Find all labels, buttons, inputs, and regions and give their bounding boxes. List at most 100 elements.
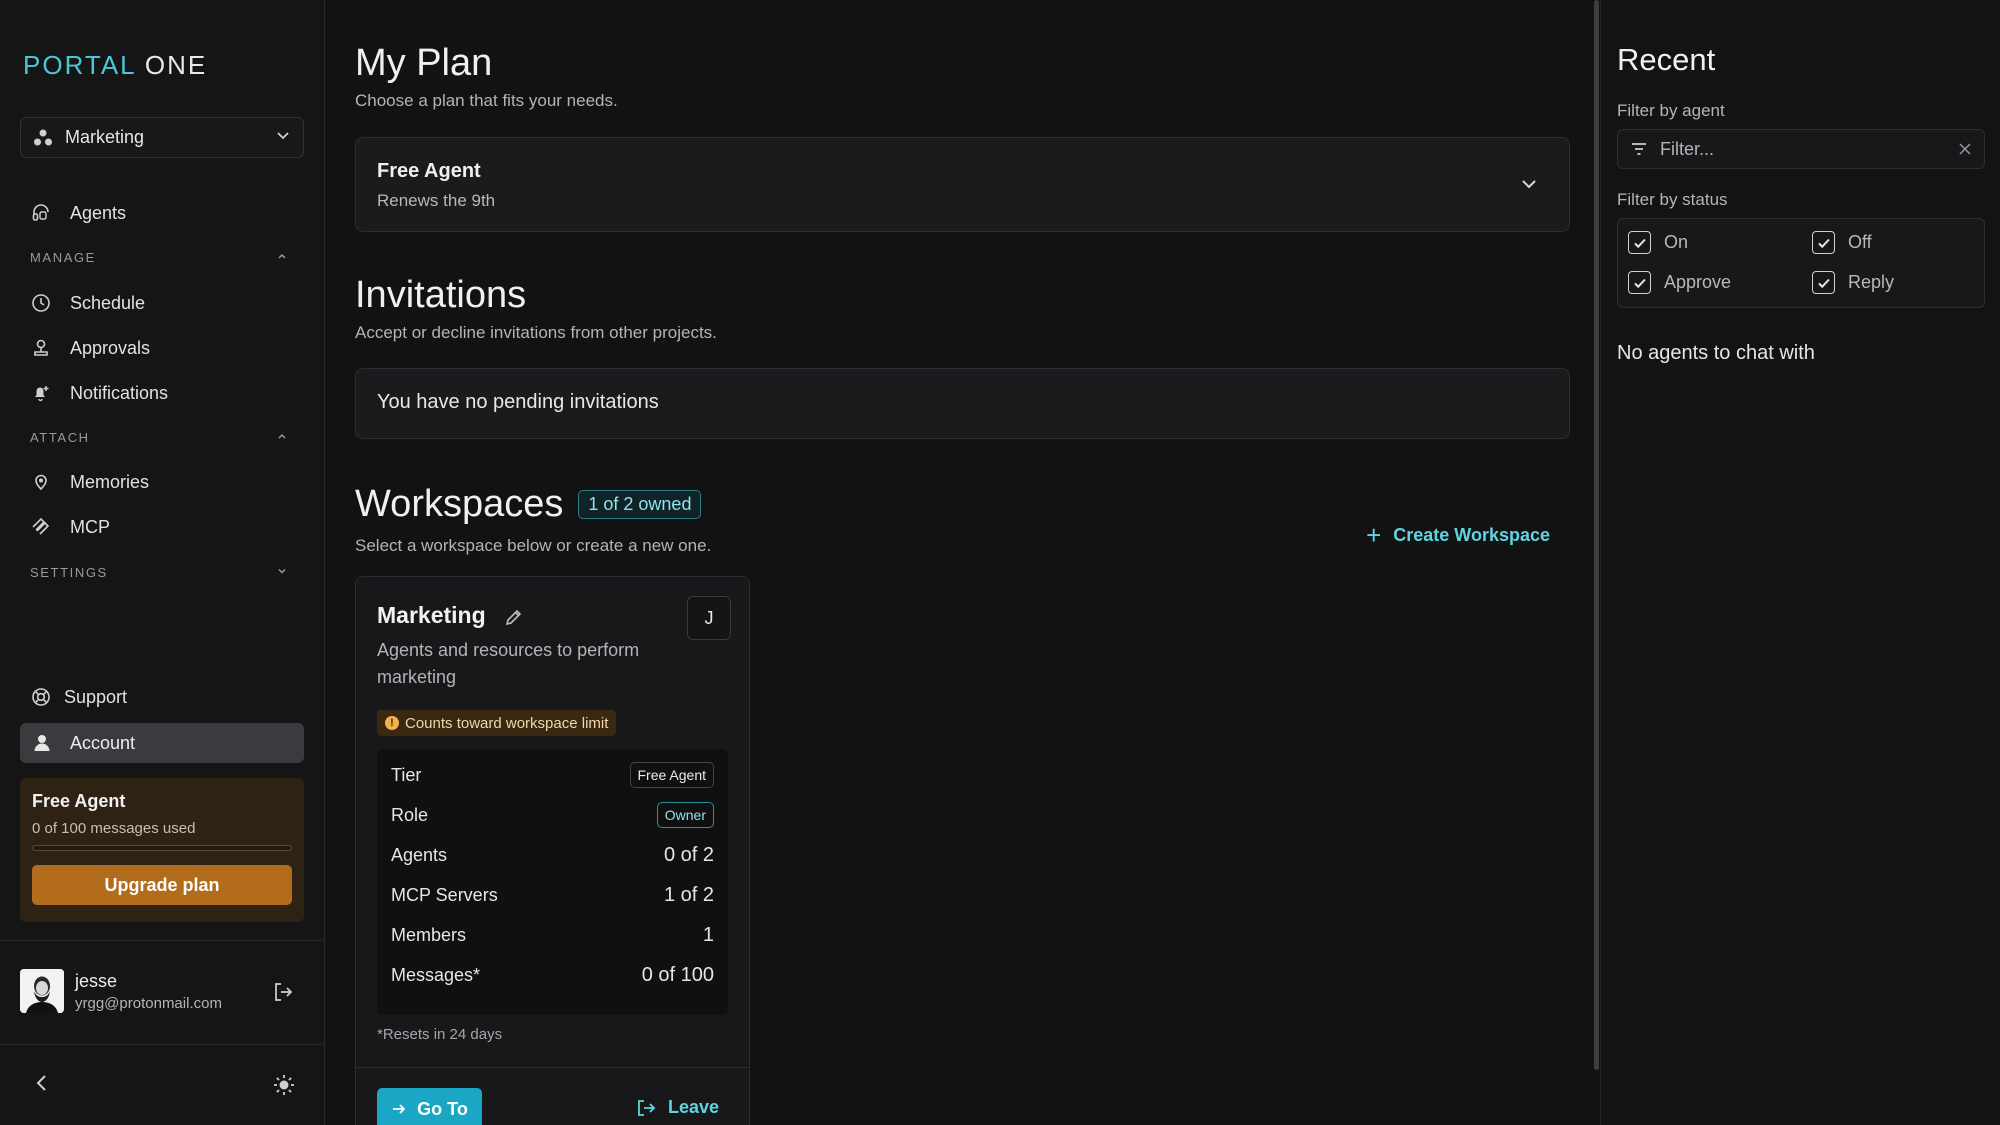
invitations-empty-state: You have no pending invitations bbox=[355, 368, 1570, 439]
stat-value: 1 of 2 bbox=[663, 883, 714, 906]
checkmark-icon bbox=[1628, 231, 1651, 254]
chevron-left-icon[interactable] bbox=[32, 1073, 52, 1093]
chevron-down-icon bbox=[276, 565, 288, 580]
workspace-icon bbox=[33, 128, 53, 148]
headset-icon bbox=[30, 202, 52, 224]
app-root: PORTAL ONE Marketing Agents MANAGE Sched… bbox=[0, 0, 2000, 1125]
logout-icon bbox=[636, 1098, 656, 1118]
no-agents-message: No agents to chat with bbox=[1617, 342, 1815, 364]
go-to-workspace-button[interactable]: Go To bbox=[377, 1088, 482, 1125]
stat-row-tier: Tier Free Agent bbox=[391, 755, 714, 795]
filter-icon bbox=[1630, 140, 1648, 158]
stat-label: Messages* bbox=[391, 964, 481, 985]
leave-workspace-button[interactable]: Leave bbox=[636, 1097, 719, 1118]
info-icon: ! bbox=[385, 716, 399, 730]
logo-part-one: ONE bbox=[135, 50, 208, 80]
tier-badge: Free Agent bbox=[629, 762, 714, 788]
status-checkbox-off[interactable]: Off bbox=[1812, 231, 1872, 254]
status-label: Off bbox=[1848, 232, 1872, 252]
clear-icon[interactable] bbox=[1958, 142, 1972, 156]
stat-row-messages: Messages* 0 of 100 bbox=[391, 955, 714, 995]
user-email: yrgg@protonmail.com bbox=[75, 994, 222, 1012]
create-workspace-label: Create Workspace bbox=[1393, 525, 1550, 545]
logout-icon[interactable] bbox=[272, 981, 294, 1003]
sidebar: PORTAL ONE Marketing Agents MANAGE Sched… bbox=[0, 0, 325, 1125]
sun-icon[interactable] bbox=[272, 1073, 296, 1097]
sidebar-item-schedule[interactable]: Schedule bbox=[30, 288, 145, 318]
chevron-up-icon bbox=[276, 250, 288, 265]
sidebar-item-approvals[interactable]: Approvals bbox=[30, 333, 150, 363]
sidebar-item-notifications[interactable]: Notifications bbox=[30, 378, 168, 408]
status-checkbox-reply[interactable]: Reply bbox=[1812, 271, 1894, 294]
upgrade-plan-button[interactable]: Upgrade plan bbox=[32, 865, 292, 905]
user-icon bbox=[32, 733, 52, 753]
stat-value: 1 bbox=[702, 923, 714, 946]
workspace-select-label: Marketing bbox=[65, 127, 145, 147]
plan-usage-card: Free Agent 0 of 100 messages used Upgrad… bbox=[20, 778, 304, 922]
page-title: My Plan bbox=[355, 42, 493, 84]
lifebuoy-icon bbox=[30, 686, 52, 708]
current-plan-name: Free Agent bbox=[377, 160, 481, 182]
sidebar-item-mcp[interactable]: MCP bbox=[30, 512, 110, 542]
stat-row-agents: Agents 0 of 2 bbox=[391, 835, 714, 875]
plan-subtitle: Choose a plan that fits your needs. bbox=[355, 91, 618, 110]
status-checkbox-on[interactable]: On bbox=[1628, 231, 1688, 254]
messages-reset-note: *Resets in 24 days bbox=[377, 1026, 503, 1043]
arrow-right-icon bbox=[391, 1101, 407, 1117]
status-checkbox-approve[interactable]: Approve bbox=[1628, 271, 1731, 294]
role-badge: Owner bbox=[656, 802, 714, 828]
sidebar-item-agents[interactable]: Agents bbox=[30, 198, 126, 228]
logo-part-portal: PORTAL bbox=[23, 50, 136, 80]
avatar bbox=[20, 969, 64, 1013]
user-profile[interactable]: jesse yrgg@protonmail.com bbox=[20, 969, 222, 1013]
checkmark-icon bbox=[1628, 271, 1651, 294]
current-plan-dropdown[interactable]: Free Agent Renews the 9th bbox=[355, 137, 1570, 232]
status-label: Reply bbox=[1848, 272, 1895, 292]
section-settings[interactable]: SETTINGS bbox=[30, 565, 288, 580]
agent-filter-input[interactable] bbox=[1660, 138, 1958, 160]
bell-plus-icon bbox=[30, 382, 52, 404]
brain-icon bbox=[30, 471, 52, 493]
sidebar-item-account[interactable]: Account bbox=[20, 723, 304, 763]
workspace-limit-warning: ! Counts toward workspace limit bbox=[377, 710, 617, 736]
invitations-header: Invitations Accept or decline invitation… bbox=[355, 274, 1255, 343]
sidebar-item-label: Approvals bbox=[70, 337, 151, 358]
pencil-icon[interactable] bbox=[504, 606, 524, 626]
sidebar-item-support[interactable]: Support bbox=[30, 682, 127, 712]
section-manage-label: MANAGE bbox=[30, 250, 96, 265]
plan-header: My Plan Choose a plan that fits your nee… bbox=[355, 42, 1155, 111]
chevron-down-icon bbox=[275, 127, 291, 148]
logo[interactable]: PORTAL ONE bbox=[23, 50, 207, 81]
filter-agent-label: Filter by agent bbox=[1617, 101, 1725, 120]
section-manage[interactable]: MANAGE bbox=[30, 250, 288, 265]
section-attach-label: ATTACH bbox=[30, 430, 90, 445]
sidebar-divider-bottom bbox=[0, 1044, 325, 1045]
stat-value: 0 of 2 bbox=[663, 843, 714, 866]
go-to-label: Go To bbox=[417, 1098, 468, 1119]
invitations-title: Invitations bbox=[355, 274, 527, 316]
create-workspace-button[interactable]: + Create Workspace bbox=[1366, 520, 1550, 551]
sidebar-item-label: Agents bbox=[70, 202, 127, 223]
stat-row-members: Members 1 bbox=[391, 915, 714, 955]
plus-icon: + bbox=[1366, 520, 1382, 550]
clock-icon bbox=[30, 292, 52, 314]
sidebar-divider bbox=[0, 940, 325, 941]
sidebar-item-label: MCP bbox=[70, 516, 110, 537]
current-plan-renewal: Renews the 9th bbox=[377, 191, 496, 210]
workspace-description: Agents and resources to perform marketin… bbox=[377, 640, 640, 687]
stat-label: Tier bbox=[391, 764, 422, 785]
section-attach[interactable]: ATTACH bbox=[30, 430, 288, 445]
user-name: jesse bbox=[75, 970, 118, 991]
workspace-card-divider bbox=[356, 1067, 749, 1068]
status-label: Approve bbox=[1664, 272, 1732, 292]
chevron-up-icon bbox=[276, 430, 288, 445]
stat-row-role: Role Owner bbox=[391, 795, 714, 835]
sidebar-item-memories[interactable]: Memories bbox=[30, 467, 149, 497]
plan-usage-title: Free Agent bbox=[32, 791, 126, 811]
sidebar-item-label: Memories bbox=[70, 471, 150, 492]
main-scrollbar[interactable] bbox=[1594, 0, 1599, 1070]
workspace-card: Marketing J Agents and resources to perf… bbox=[355, 576, 750, 1125]
checkmark-icon bbox=[1812, 271, 1835, 294]
recent-title: Recent bbox=[1617, 42, 1716, 77]
workspace-select[interactable]: Marketing bbox=[20, 117, 304, 158]
